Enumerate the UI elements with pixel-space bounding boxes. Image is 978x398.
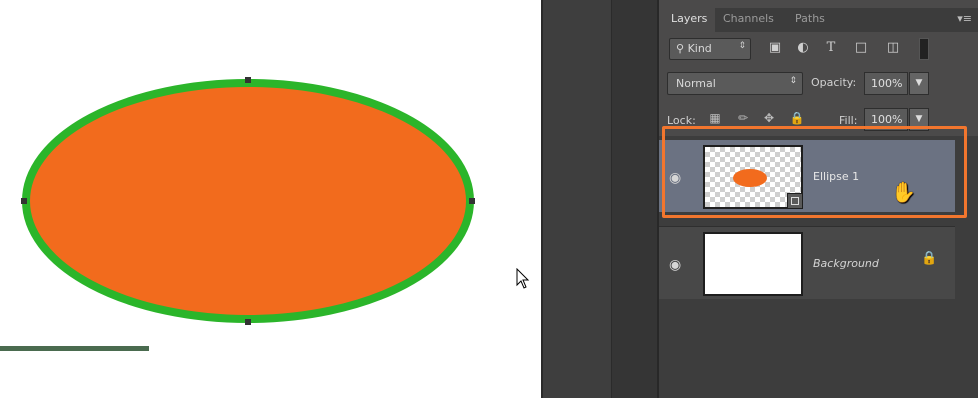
filter-kind-label: Kind [687, 42, 712, 55]
lock-move-icon[interactable]: ✥ [761, 110, 777, 126]
tab-paths[interactable]: Paths [795, 12, 825, 25]
layer-name[interactable]: Background [813, 257, 879, 270]
chevron-updown-icon: ⇕ [738, 41, 746, 51]
panel-dock-strip-secondary [611, 0, 658, 398]
panel-dock-strip [541, 0, 613, 398]
layer-thumbnail[interactable] [703, 232, 803, 296]
document-canvas[interactable] [0, 0, 541, 398]
blend-mode-select[interactable]: Normal ⇕ [667, 72, 803, 95]
panel-tab-bar: Layers Channels Paths ▾≡ [659, 8, 978, 32]
image-filter-icon[interactable]: ▣ [767, 40, 783, 56]
lock-icon: 🔒 [921, 251, 938, 266]
panel-menu-icon[interactable]: ▾≡ [957, 12, 972, 25]
layer-row-background[interactable]: ◉ Background 🔒 [659, 226, 955, 299]
adjustment-filter-icon[interactable]: ◐ [795, 40, 811, 56]
tab-layers[interactable]: Layers [659, 8, 715, 32]
anchor-point-left[interactable] [21, 198, 27, 204]
filter-kind-select[interactable]: ⚲ Kind ⇕ [669, 38, 751, 60]
visibility-toggle[interactable]: ◉ [659, 227, 697, 299]
opacity-input[interactable]: 100% [864, 72, 908, 95]
blend-mode-value: Normal [676, 77, 716, 90]
anchor-point-top[interactable] [245, 77, 251, 83]
lock-all-icon[interactable]: 🔒 [789, 110, 805, 126]
shape-filter-icon[interactable]: □ [853, 40, 869, 56]
ellipse-path[interactable] [22, 79, 474, 323]
highlight-annotation [662, 126, 967, 218]
filter-toggle-switch[interactable] [919, 38, 929, 60]
chevron-updown-icon: ⇕ [789, 76, 797, 86]
decorative-bar [0, 346, 149, 351]
search-icon: ⚲ [676, 42, 685, 55]
layer-filter-row: ⚲ Kind ⇕ ▣ ◐ T □ ◫ [659, 36, 978, 62]
eye-icon: ◉ [669, 257, 682, 273]
arrow-cursor-icon [516, 268, 530, 289]
smart-object-filter-icon[interactable]: ◫ [885, 40, 901, 56]
lock-paint-icon[interactable]: ✏ [735, 110, 751, 126]
tab-channels[interactable]: Channels [723, 12, 774, 25]
blend-row: Normal ⇕ Opacity: 100% ▼ [659, 70, 978, 96]
anchor-point-right[interactable] [469, 198, 475, 204]
ellipse-shape[interactable] [0, 0, 541, 398]
opacity-label: Opacity: [811, 76, 857, 89]
opacity-dropdown-button[interactable]: ▼ [909, 72, 929, 95]
anchor-point-bottom[interactable] [245, 319, 251, 325]
type-filter-icon[interactable]: T [823, 40, 839, 56]
lock-transparent-icon[interactable]: ▦ [707, 110, 723, 126]
